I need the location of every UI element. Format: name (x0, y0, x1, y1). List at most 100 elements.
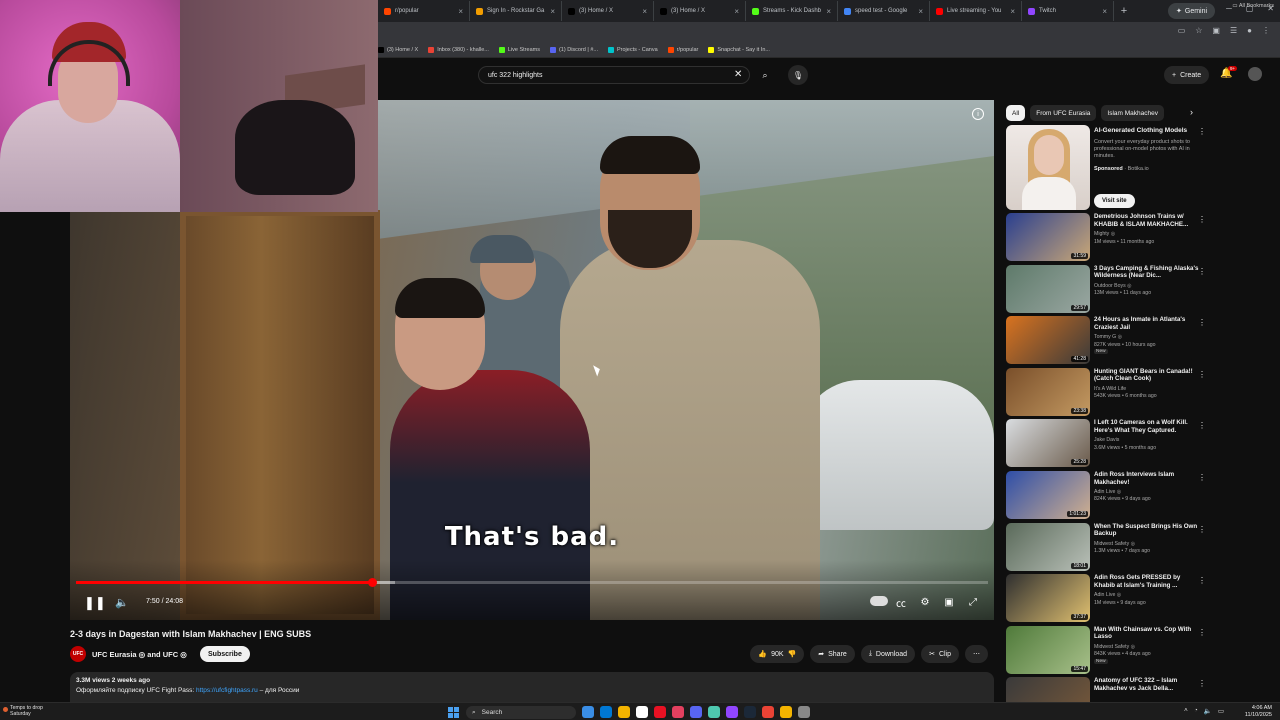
taskbar-app-icon[interactable] (780, 706, 792, 718)
tab-close-icon[interactable]: × (458, 7, 463, 16)
more-vert-icon[interactable]: ⋮ (1198, 215, 1206, 224)
more-vert-icon[interactable]: ⋮ (1198, 576, 1206, 585)
taskbar-search[interactable]: ⌕ Search (466, 706, 576, 719)
taskbar-app-icon[interactable] (636, 706, 648, 718)
tab-close-icon[interactable]: × (642, 7, 647, 16)
taskbar-app-icon[interactable] (708, 706, 720, 718)
recommendation-thumbnail[interactable]: 1:01:23 (1006, 470, 1090, 519)
tab-close-icon[interactable]: × (550, 7, 555, 16)
all-bookmarks[interactable]: ▭ All Bookmarks (1232, 3, 1274, 9)
chevron-right-icon[interactable]: › (1190, 107, 1193, 117)
bookmark-item[interactable]: Inbox (380) - khalle... (428, 46, 489, 53)
recommendation-title[interactable]: When The Suspect Brings His Own Backup (1094, 523, 1202, 538)
search-button[interactable]: ⌕ (755, 66, 775, 84)
taskbar-app-icon[interactable] (582, 706, 594, 718)
recommendation-item[interactable]: 41:28 24 Hours as Inmate in Atlanta's Cra… (1006, 316, 1212, 368)
recommendation-title[interactable]: Adin Ross Gets PRESSED by Khabib at Isla… (1094, 574, 1202, 589)
clip-button[interactable]: ✂ Clip (921, 645, 959, 663)
browser-tab[interactable]: (3) Home / X × (562, 1, 654, 21)
create-button[interactable]: + Create (1164, 66, 1210, 84)
gemini-button[interactable]: ✦ Gemini (1168, 3, 1216, 19)
voice-search-button[interactable]: 🎙 (788, 65, 808, 85)
recommendation-item[interactable]: 31:59 Demetrious Johnson Trains w/ KHABIB… (1006, 213, 1212, 265)
more-actions-button[interactable]: ⋯ (965, 645, 988, 663)
recommendation-channel[interactable]: Outdoor Boys ◎ (1094, 283, 1132, 289)
settings-gear-icon[interactable]: ⚙ (918, 597, 932, 608)
ad-thumbnail[interactable] (1006, 125, 1090, 210)
minimize-icon[interactable]: ─ (1226, 4, 1232, 13)
browser-tab[interactable]: r/popular × (378, 1, 470, 21)
ad-title[interactable]: AI-Generated Clothing Models (1094, 127, 1187, 134)
volume-icon[interactable]: 🔈 (115, 596, 129, 609)
recommendation-title[interactable]: Adin Ross Interviews Islam Makhachev! (1094, 471, 1202, 486)
clear-search-icon[interactable]: ✕ (734, 69, 742, 80)
recommendation-thumbnail[interactable]: 37:37 (1006, 574, 1090, 623)
bookmark-item[interactable]: Snapchat - Say it In... (708, 46, 770, 53)
recommendation-thumbnail[interactable]: 23:38 (1006, 367, 1090, 416)
channel-name[interactable]: UFC Eurasia ◎ and UFC ◎ (92, 650, 187, 659)
menu-icon[interactable]: ⋮ (1262, 26, 1270, 35)
extensions-icon[interactable]: ▣ (1212, 26, 1220, 35)
search-input[interactable]: ufc 322 highlights (478, 66, 750, 84)
description-link[interactable]: https://ufcfightpass.ru (196, 687, 258, 694)
taskbar-app-icon[interactable] (726, 706, 738, 718)
bookmark-item[interactable]: r/popular (667, 46, 698, 53)
download-button[interactable]: ⤓ Download (860, 645, 916, 663)
pause-icon[interactable]: ❚❚ (84, 595, 106, 611)
recommendation-item[interactable]: 25:28 I Left 10 Cameras on a Wolf Kill. H… (1006, 419, 1212, 471)
miniplayer-icon[interactable]: ▣ (942, 597, 956, 608)
recommendation-thumbnail[interactable]: 25:28 (1006, 419, 1090, 468)
subscribe-button[interactable]: Subscribe (200, 646, 250, 662)
recommendation-thumbnail[interactable]: 41:28 (1006, 316, 1090, 365)
recommendation-item[interactable]: 29:57 3 Days Camping & Fishing Alaska's W… (1006, 264, 1212, 317)
recommendation-item[interactable]: 23:38 Hunting GIANT Bears in Canada!! (Ca… (1006, 367, 1212, 420)
progress-bar[interactable] (76, 578, 988, 587)
autoplay-toggle-icon[interactable] (870, 596, 888, 609)
account-avatar[interactable] (1248, 67, 1262, 81)
recommendation-channel[interactable]: Adin Live ◎ (1094, 489, 1121, 495)
filter-chip[interactable]: All (1006, 105, 1026, 121)
tab-close-icon[interactable]: × (826, 7, 831, 16)
bookmark-item[interactable]: (3) Home / X (378, 46, 418, 53)
browser-tab[interactable]: Sign In - Rockstar Ga × (470, 1, 562, 21)
more-vert-icon[interactable]: ⋮ (1198, 628, 1206, 637)
taskbar-app-icon[interactable] (798, 706, 810, 718)
recommendation-title[interactable]: Demetrious Johnson Trains w/ KHABIB & IS… (1094, 213, 1202, 228)
battery-icon[interactable]: ▭ (1218, 707, 1224, 715)
more-vert-icon[interactable]: ⋮ (1198, 318, 1206, 327)
share-button[interactable]: ➦ Share (810, 645, 855, 663)
taskbar-app-icon[interactable] (744, 706, 756, 718)
browser-tab[interactable]: Streams - Kick Dashb × (746, 1, 838, 21)
tab-close-icon[interactable]: × (734, 7, 739, 16)
tab-close-icon[interactable]: × (918, 7, 923, 16)
recommendation-channel[interactable]: Midwest Safety ◎ (1094, 541, 1135, 547)
recommendation-title[interactable]: 24 Hours as Inmate in Atlanta's Craziest… (1094, 316, 1202, 331)
recommendation-item[interactable]: 15:47 Man With Chainsaw vs. Cop With Lass… (1006, 625, 1212, 678)
speaker-icon[interactable]: 🔈 (1204, 707, 1212, 715)
sponsored-ad[interactable]: AI-Generated Clothing Models Convert you… (1006, 125, 1212, 213)
recommendation-item[interactable]: 37:37 Adin Ross Gets PRESSED by Khabib at… (1006, 574, 1212, 626)
filter-chip[interactable]: Islam Makhachev (1101, 105, 1164, 121)
recommendation-thumbnail[interactable]: 31:59 (1006, 213, 1090, 261)
more-vert-icon[interactable]: ⋮ (1198, 679, 1206, 688)
recommendation-channel[interactable]: Mighty ◎ (1094, 231, 1115, 237)
browser-tab[interactable]: Twitch × (1022, 1, 1114, 21)
star-icon[interactable]: ☆ (1195, 26, 1202, 35)
info-icon[interactable]: i (972, 108, 984, 120)
thumbs-down-icon[interactable]: 👎 (788, 650, 797, 658)
taskbar-app-icon[interactable] (618, 706, 630, 718)
recommendation-item[interactable]: 18:01 When The Suspect Brings His Own Bac… (1006, 522, 1212, 575)
taskbar-app-icon[interactable] (654, 706, 666, 718)
tab-search-icon[interactable]: ☰ (1230, 26, 1237, 35)
recommendation-item[interactable]: 1:01:23 Adin Ross Interviews Islam Makhac… (1006, 470, 1212, 523)
bookmark-item[interactable]: Projects - Canva (608, 46, 658, 53)
more-vert-icon[interactable]: ⋮ (1198, 525, 1206, 534)
taskbar-app-icon[interactable] (690, 706, 702, 718)
taskbar-app-icon[interactable] (762, 706, 774, 718)
fullscreen-icon[interactable]: ⤢ (966, 597, 980, 608)
profile-icon[interactable]: ● (1247, 26, 1252, 35)
browser-tab[interactable]: (3) Home / X × (654, 1, 746, 21)
recommendation-channel[interactable]: Tommy G ◎ (1094, 334, 1122, 340)
recommendation-channel[interactable]: Adin Live ◎ (1094, 592, 1121, 598)
filter-chip[interactable]: From UFC Eurasia (1030, 105, 1097, 121)
